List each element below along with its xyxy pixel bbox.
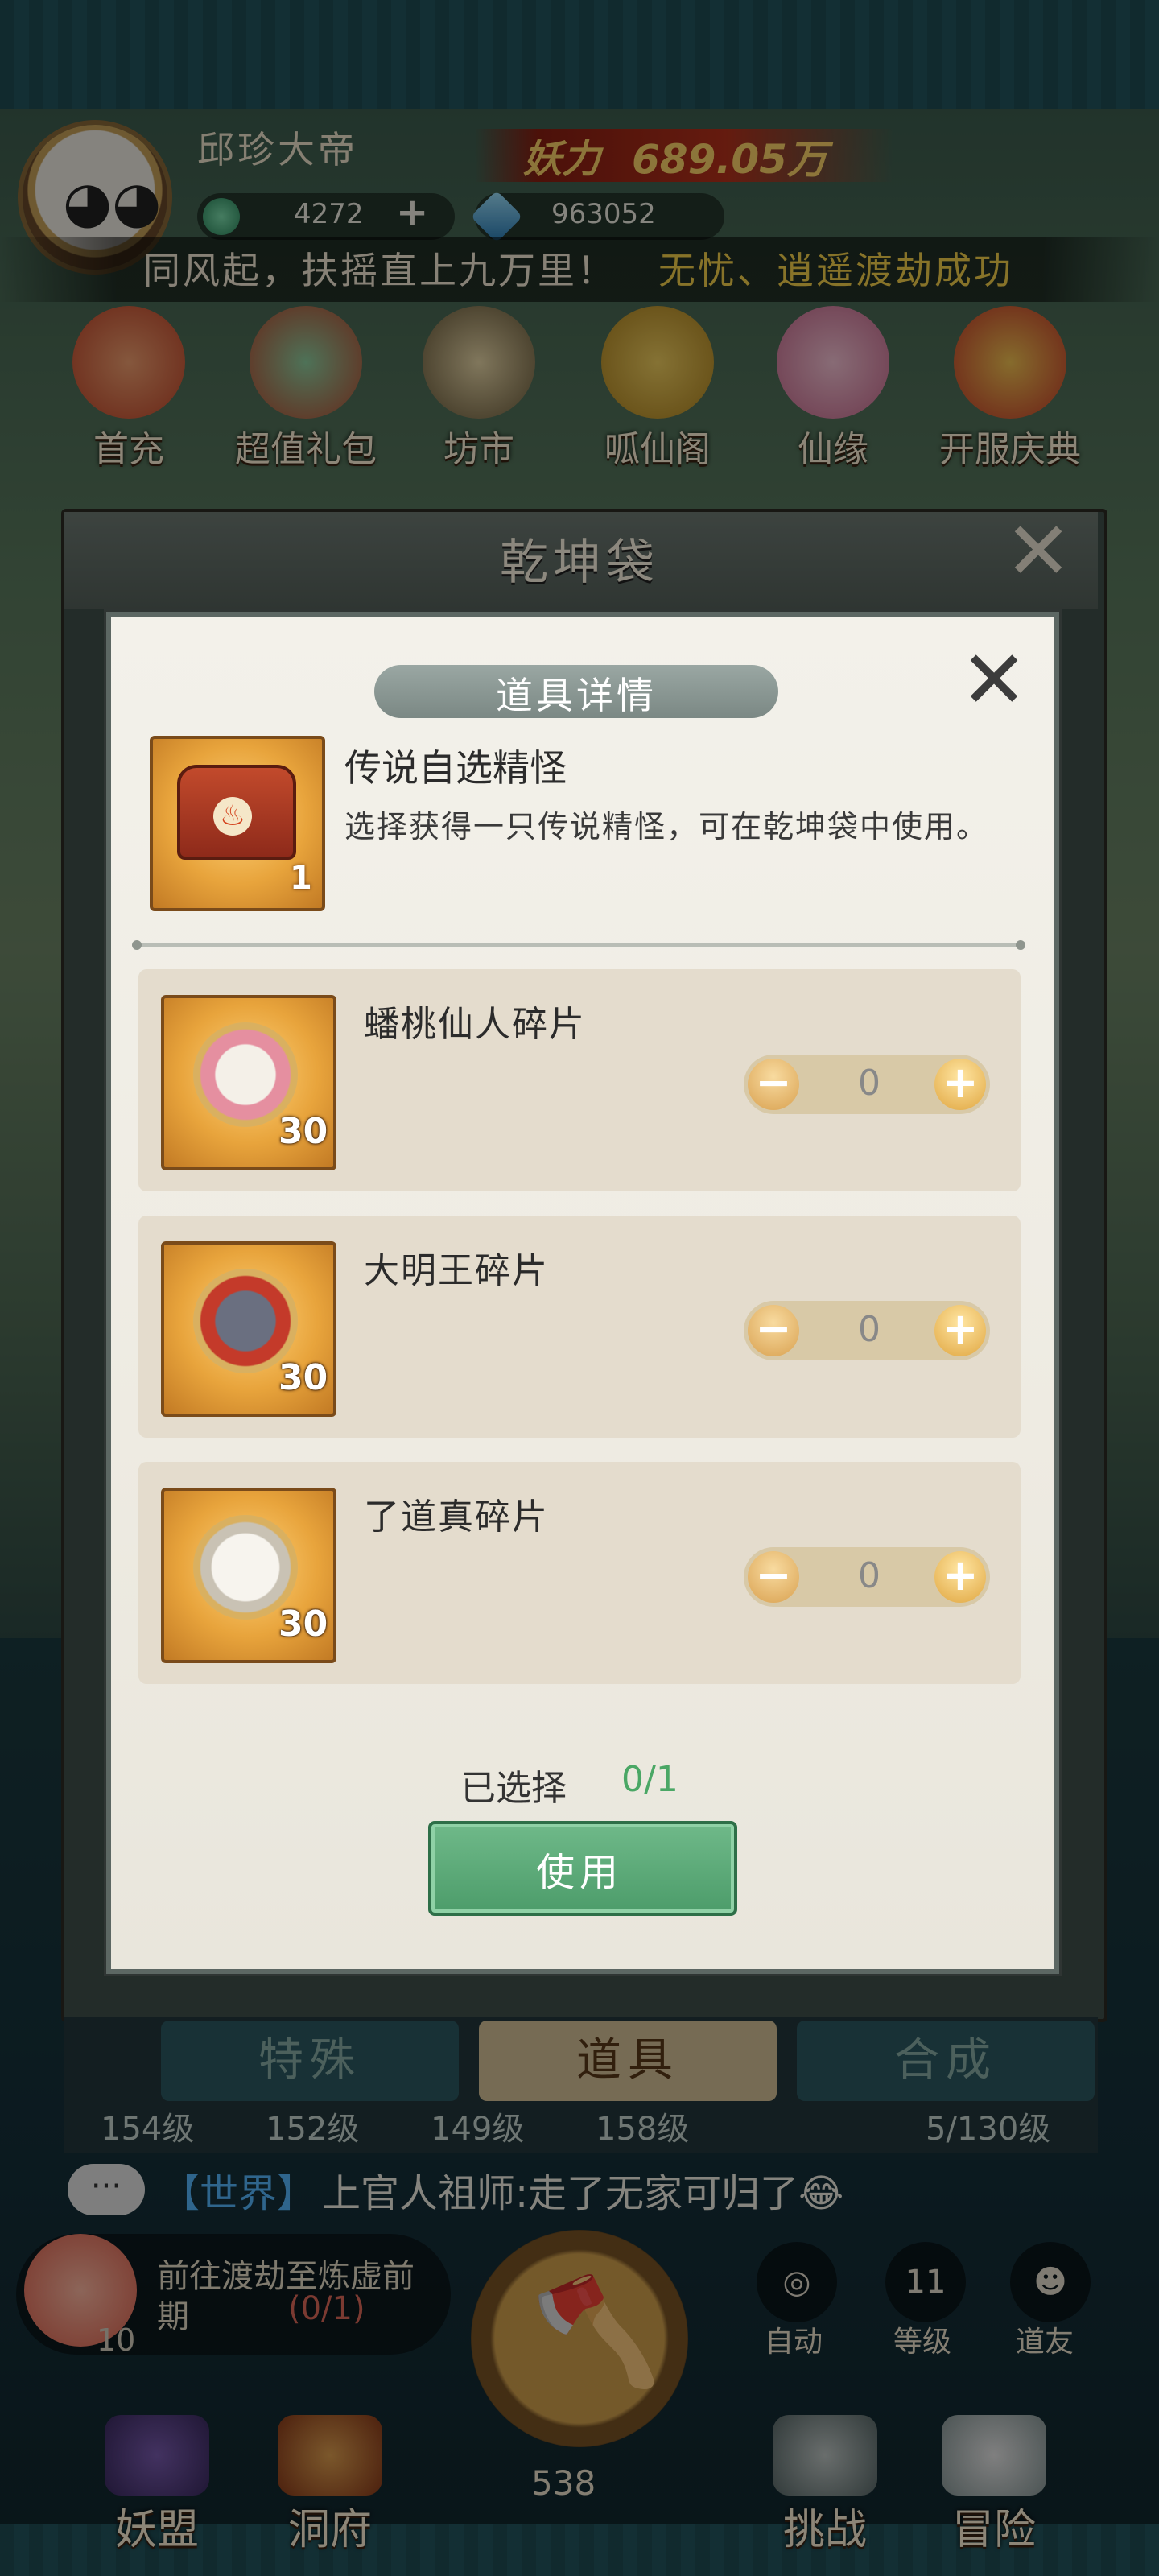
divider [135, 943, 1021, 947]
fragment-count: 30 [278, 1111, 328, 1152]
increment-button[interactable]: + [934, 1305, 986, 1356]
decrement-button[interactable]: − [748, 1305, 799, 1356]
dialog-title: 道具详情 [496, 674, 657, 717]
divider-dot [132, 940, 142, 950]
stepper-value: 0 [858, 1555, 881, 1596]
fragment-name: 大明王碎片 [364, 1250, 549, 1291]
fragment-name: 蟠桃仙人碎片 [364, 1004, 586, 1045]
divider-dot [1016, 940, 1025, 950]
fragment-name: 了道真碎片 [364, 1496, 549, 1538]
fragment-count: 30 [278, 1604, 328, 1645]
item-description: 选择获得一只传说精怪，可在乾坤袋中使用。 [344, 809, 989, 844]
item-name: 传说自选精怪 [344, 746, 567, 790]
flame-emblem-icon: ♨ [213, 797, 252, 836]
increment-button[interactable]: + [934, 1059, 986, 1110]
increment-button[interactable]: + [934, 1551, 986, 1603]
use-button-label: 使用 [535, 1850, 623, 1895]
stepper-value: 0 [858, 1063, 881, 1104]
fragment-count: 30 [278, 1357, 328, 1398]
item-quantity: 1 [290, 860, 312, 897]
dialog-close-icon[interactable]: ✕ [958, 640, 1030, 720]
selected-label: 已选择 [460, 1768, 567, 1809]
decrement-button[interactable]: − [748, 1059, 799, 1110]
selected-count: 0/1 [621, 1759, 678, 1800]
decrement-button[interactable]: − [748, 1551, 799, 1603]
stepper-value: 0 [858, 1309, 881, 1350]
